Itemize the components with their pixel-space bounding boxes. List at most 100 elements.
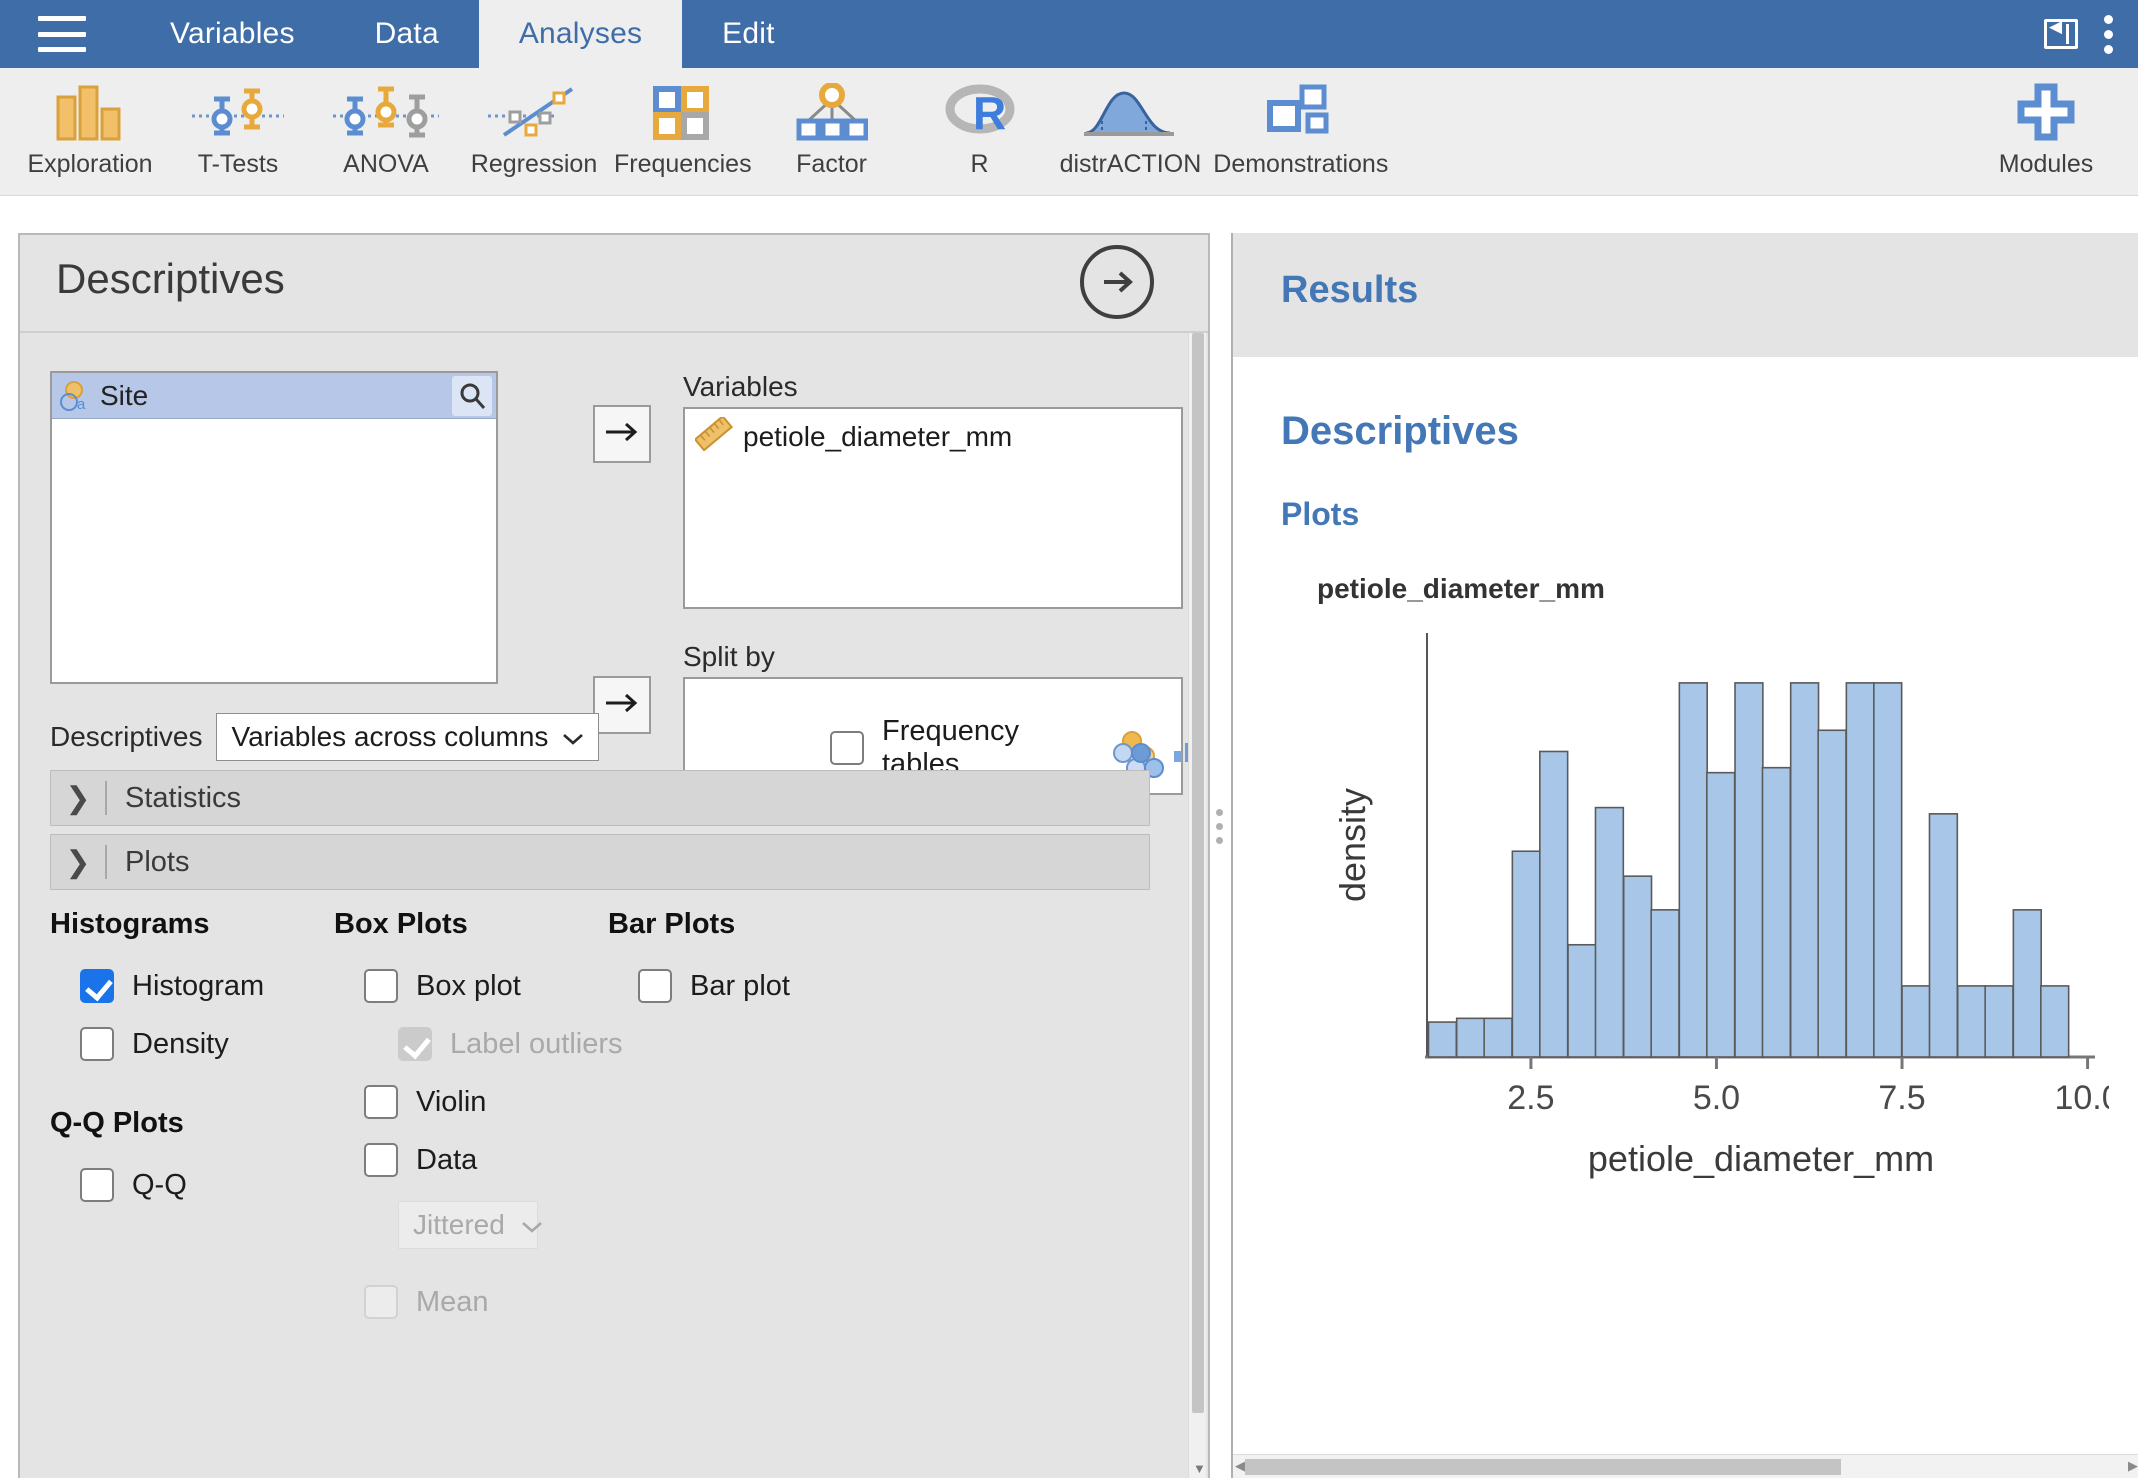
violin-row: Violin bbox=[364, 1085, 623, 1119]
scroll-down-arrow-icon[interactable]: ▼ bbox=[1193, 1461, 1206, 1476]
descriptives-layout-select[interactable]: Variables across columns bbox=[216, 713, 599, 761]
grip-dot bbox=[1216, 837, 1223, 844]
hamburger-line bbox=[38, 16, 86, 21]
hamburger-icon[interactable] bbox=[38, 16, 86, 52]
ribbon-item-label: Modules bbox=[1999, 150, 2094, 179]
tab-edit[interactable]: Edit bbox=[682, 0, 815, 68]
qq-label: Q-Q bbox=[132, 1169, 187, 1202]
data-label: Data bbox=[416, 1144, 477, 1177]
density-checkbox[interactable] bbox=[80, 1027, 114, 1061]
bar-plot-checkbox[interactable] bbox=[638, 969, 672, 1003]
svg-text:petiole_diameter_mm: petiole_diameter_mm bbox=[1588, 1138, 1934, 1179]
histogram-checkbox[interactable] bbox=[80, 969, 114, 1003]
options-panel-scrollbar[interactable]: ▼ bbox=[1188, 333, 1206, 1478]
page-title: Descriptives bbox=[56, 255, 285, 303]
results-horizontal-scrollbar[interactable]: ◀ ▶ bbox=[1233, 1454, 2138, 1478]
ribbon-item-frequencies[interactable]: Frequencies bbox=[608, 68, 758, 196]
bar-plots-controls: Bar plot bbox=[608, 969, 790, 1003]
results-body[interactable]: Descriptives Plots petiole_diameter_mm 2… bbox=[1233, 357, 2138, 1478]
svg-text:10.0: 10.0 bbox=[2054, 1079, 2109, 1117]
variable-supplier-list[interactable]: a Site bbox=[50, 371, 498, 684]
scrollbar-thumb[interactable] bbox=[1192, 333, 1204, 1413]
box-plot-checkbox[interactable] bbox=[364, 969, 398, 1003]
ribbon-item-list: Exploration T-Tests bbox=[16, 68, 1394, 196]
data-checkbox[interactable] bbox=[364, 1143, 398, 1177]
svg-text:density: density bbox=[1332, 788, 1373, 902]
ribbon-item-label: T-Tests bbox=[198, 150, 279, 179]
factor-tree-icon bbox=[796, 78, 868, 146]
ribbon-item-label: R bbox=[971, 150, 989, 179]
chevron-down-icon: ❯ bbox=[51, 845, 105, 880]
split-by-box-label: Split by bbox=[683, 641, 1183, 673]
tab-data[interactable]: Data bbox=[335, 0, 479, 68]
mean-checkbox[interactable] bbox=[364, 1285, 398, 1319]
section-plots[interactable]: ❯ Plots bbox=[50, 834, 1150, 890]
more-options-icon[interactable] bbox=[2104, 15, 2114, 54]
ribbon-item-factor[interactable]: Factor bbox=[758, 68, 906, 196]
panel-splitter[interactable] bbox=[1212, 197, 1230, 1478]
chevron-down-icon bbox=[562, 721, 584, 753]
jittered-select[interactable]: Jittered bbox=[398, 1201, 538, 1249]
mean-label: Mean bbox=[416, 1286, 489, 1319]
ribbon-item-exploration[interactable]: Exploration bbox=[16, 68, 164, 196]
arrow-right-circle-icon[interactable] bbox=[1080, 245, 1154, 319]
grip-dot bbox=[1216, 809, 1223, 816]
bar-chart-icon bbox=[54, 78, 126, 146]
box-plots-controls: Box plot Label outliers Violin Data bbox=[334, 969, 623, 1319]
kebab-dot bbox=[2104, 15, 2113, 24]
data-row: Data bbox=[364, 1143, 623, 1177]
tab-variables[interactable]: Variables bbox=[130, 0, 335, 68]
ribbon-item-label: Factor bbox=[796, 150, 867, 179]
collapse-panel-icon[interactable] bbox=[2044, 19, 2078, 49]
analysis-options-panel: Descriptives a bbox=[18, 233, 1210, 1478]
normal-distribution-icon bbox=[1080, 78, 1180, 146]
ribbon-item-t-tests[interactable]: T-Tests bbox=[164, 68, 312, 196]
jittered-select-wrap: Jittered bbox=[398, 1201, 623, 1249]
plus-icon bbox=[2015, 78, 2077, 146]
label-outliers-row: Label outliers bbox=[398, 1027, 623, 1061]
scatter-regression-icon bbox=[484, 78, 584, 146]
ribbon-item-distraction[interactable]: distrACTION bbox=[1054, 68, 1208, 196]
ribbon-item-r[interactable]: R R bbox=[906, 68, 1054, 196]
scroll-left-arrow-icon[interactable]: ◀ bbox=[1235, 1458, 1245, 1474]
descriptives-layout-row: Descriptives Variables across columns bbox=[50, 713, 599, 761]
search-icon[interactable] bbox=[452, 376, 492, 416]
ribbon-item-anova[interactable]: ANOVA bbox=[312, 68, 460, 196]
top-ribbon-bar: Variables Data Analyses Edit bbox=[0, 0, 2138, 68]
violin-checkbox[interactable] bbox=[364, 1085, 398, 1119]
variable-supplier-selected-row[interactable]: a Site bbox=[52, 373, 496, 419]
anova-errorbar-icon bbox=[331, 78, 441, 146]
bar-plot-row: Bar plot bbox=[638, 969, 790, 1003]
scrollbar-thumb[interactable] bbox=[1245, 1459, 1841, 1475]
work-area: Descriptives a bbox=[0, 197, 2138, 1478]
results-subheading-plots[interactable]: Plots bbox=[1233, 454, 2138, 533]
group-title-bar-plots: Bar Plots bbox=[608, 908, 790, 941]
variables-drop-box[interactable]: petiole_diameter_mm bbox=[683, 407, 1183, 609]
section-statistics[interactable]: ❯ Statistics bbox=[50, 770, 1150, 826]
tab-analyses[interactable]: Analyses bbox=[479, 0, 682, 68]
results-header: Results bbox=[1233, 233, 2138, 357]
analyses-ribbon: Exploration T-Tests bbox=[0, 68, 2138, 196]
results-heading-descriptives[interactable]: Descriptives bbox=[1233, 357, 2138, 454]
group-title-box-plots: Box Plots bbox=[334, 908, 623, 941]
histogram-chart[interactable]: 2.55.07.510.0petiole_diameter_mmdensity bbox=[1309, 625, 2109, 1185]
ribbon-item-modules[interactable]: Modules bbox=[1976, 68, 2116, 196]
descriptives-layout-label: Descriptives bbox=[50, 721, 202, 753]
frequency-tables-checkbox[interactable] bbox=[830, 731, 864, 765]
kebab-dot bbox=[2104, 45, 2113, 54]
main-tab-strip: Variables Data Analyses Edit bbox=[130, 0, 815, 68]
qq-checkbox[interactable] bbox=[80, 1168, 114, 1202]
r-logo-icon: R bbox=[943, 78, 1017, 146]
assign-to-split-by-button[interactable] bbox=[593, 676, 651, 734]
svg-text:7.5: 7.5 bbox=[1878, 1079, 1925, 1117]
mean-row: Mean bbox=[364, 1285, 623, 1319]
ribbon-item-regression[interactable]: Regression bbox=[460, 68, 608, 196]
t-test-errorbar-icon bbox=[190, 78, 286, 146]
scroll-right-arrow-icon[interactable]: ▶ bbox=[2128, 1458, 2138, 1474]
arrow-right-icon bbox=[603, 690, 641, 721]
ribbon-item-demonstrations[interactable]: Demonstrations bbox=[1207, 68, 1394, 196]
list-item[interactable]: petiole_diameter_mm bbox=[685, 409, 1181, 464]
group-title-qq-plots: Q-Q Plots bbox=[50, 1107, 264, 1140]
assign-to-variables-button[interactable] bbox=[593, 405, 651, 463]
label-outliers-checkbox[interactable] bbox=[398, 1027, 432, 1061]
